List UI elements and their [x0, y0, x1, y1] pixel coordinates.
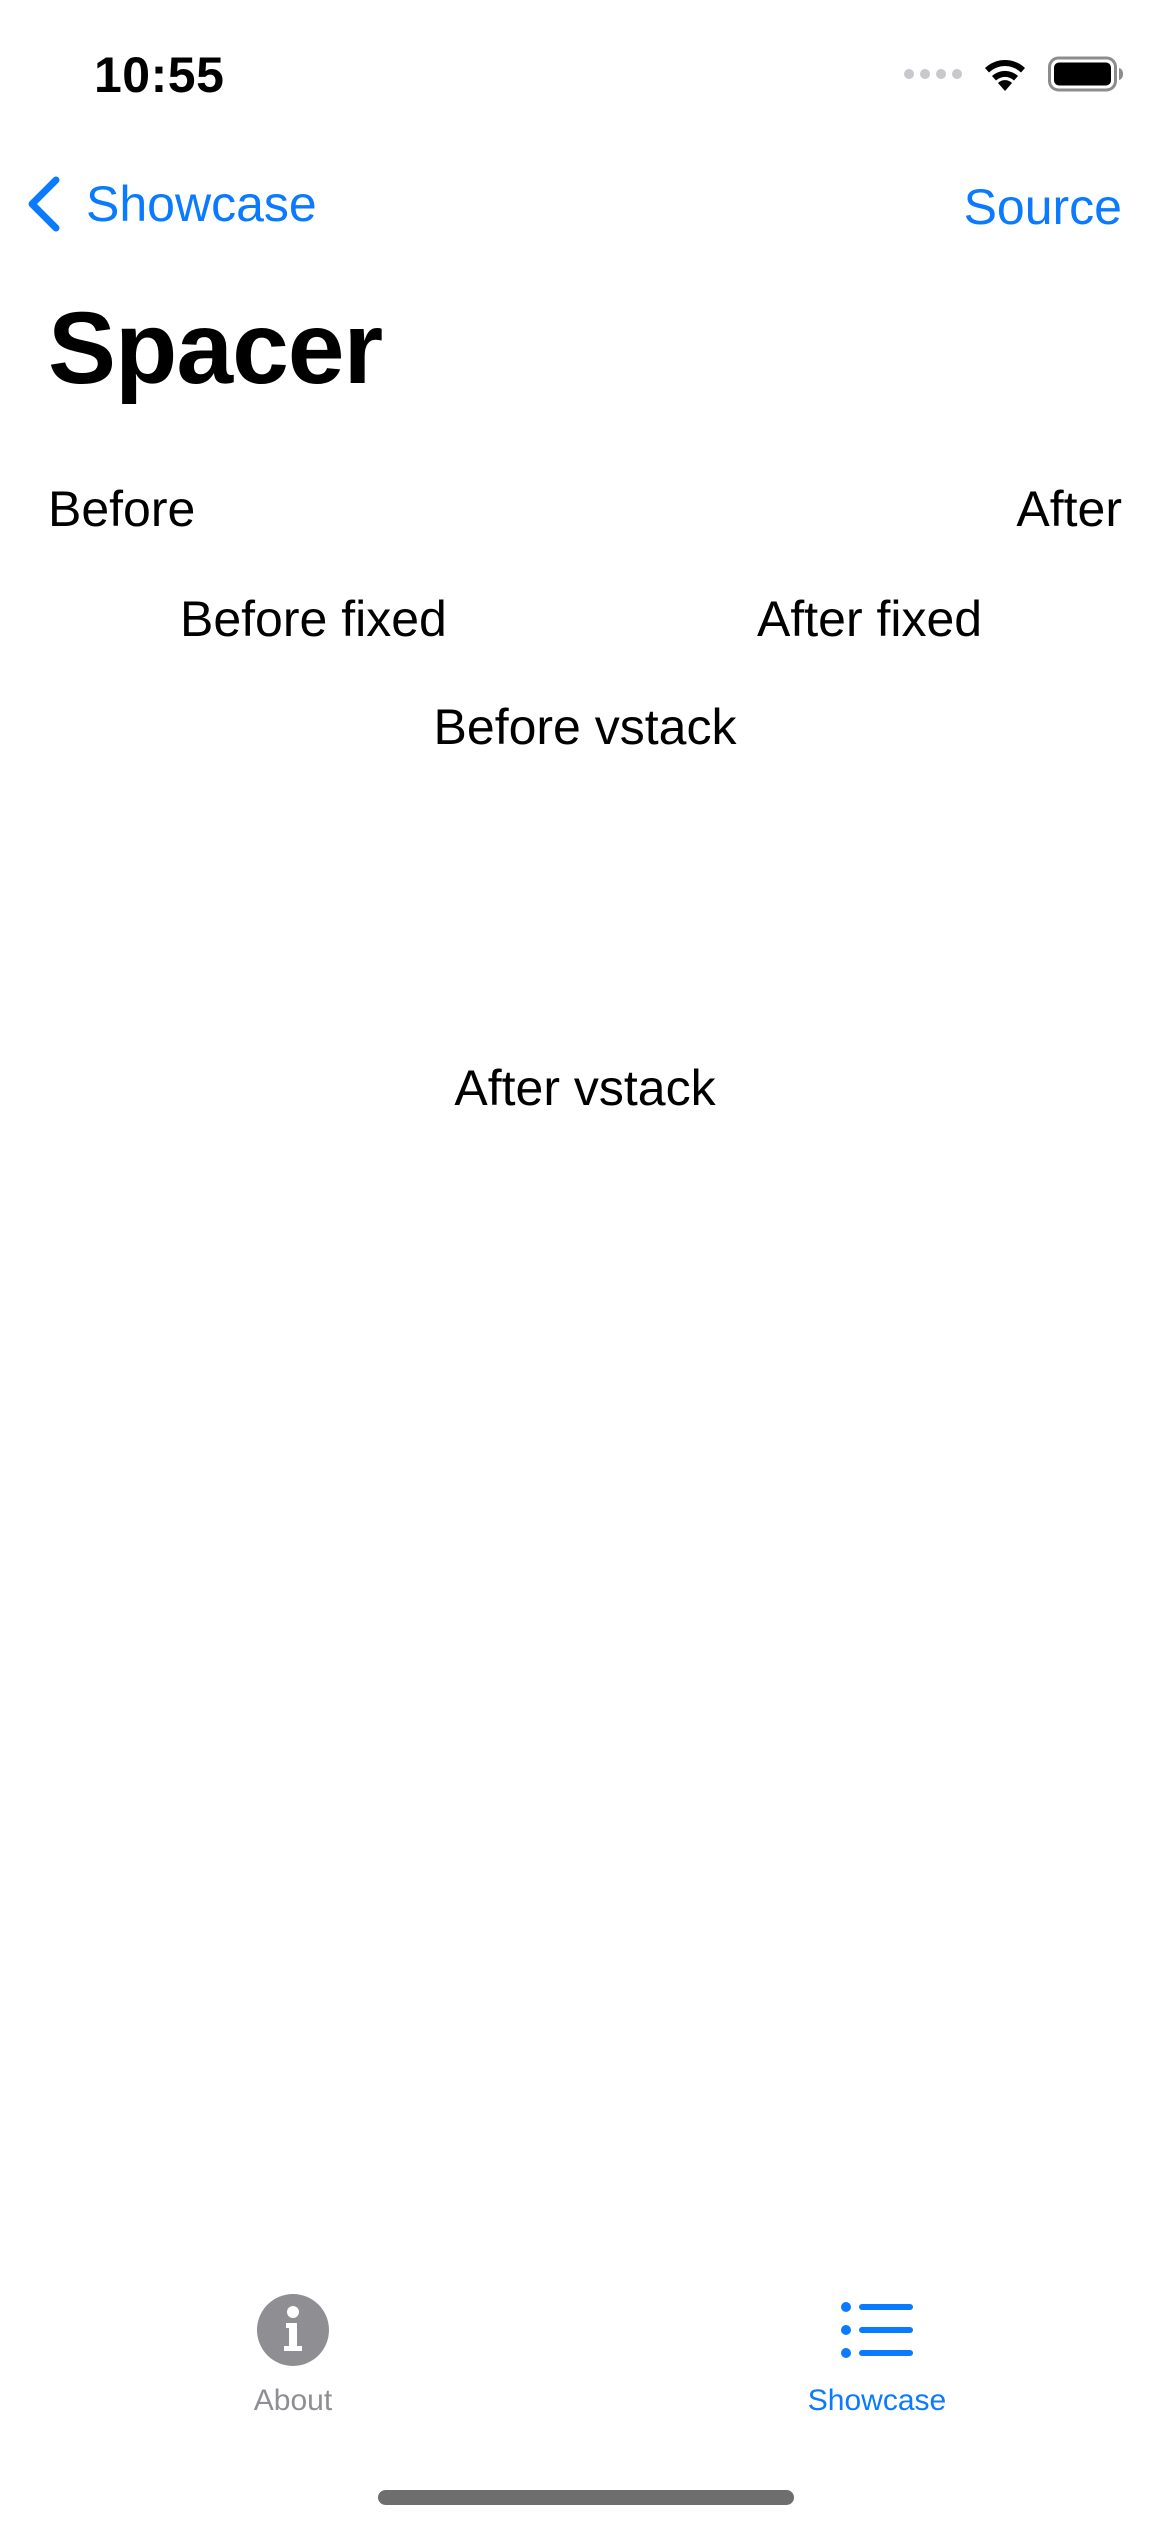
after-fixed-text: After fixed	[757, 591, 983, 647]
status-icons	[904, 52, 1124, 96]
before-text: Before	[48, 481, 196, 537]
after-text: After	[1016, 481, 1122, 537]
screen: 10:55 Showcase Source Spacer Before Afte…	[0, 0, 1170, 2532]
chevron-left-icon	[28, 176, 60, 232]
after-vstack-text: After vstack	[454, 1060, 716, 1116]
tab-showcase-label: Showcase	[807, 2384, 947, 2417]
tab-bar: About Showcase	[0, 2290, 1170, 2460]
info-circle-icon	[257, 2294, 329, 2366]
battery-icon	[1048, 56, 1123, 92]
wifi-icon	[985, 60, 1025, 91]
tab-about-label: About	[253, 2384, 333, 2417]
page-title: Spacer	[48, 291, 383, 405]
tab-about[interactable]: About	[143, 2290, 443, 2418]
status-time: 10:55	[94, 47, 225, 103]
back-button[interactable]: Showcase	[24, 174, 317, 234]
before-fixed-text: Before fixed	[180, 591, 447, 647]
home-indicator	[378, 2490, 794, 2505]
signal-dots-icon	[904, 69, 962, 79]
before-vstack-text: Before vstack	[433, 699, 737, 755]
list-bullet-icon	[841, 2302, 913, 2358]
tab-showcase[interactable]: Showcase	[727, 2290, 1027, 2418]
source-button[interactable]: Source	[964, 178, 1122, 236]
back-button-label: Showcase	[86, 176, 317, 232]
